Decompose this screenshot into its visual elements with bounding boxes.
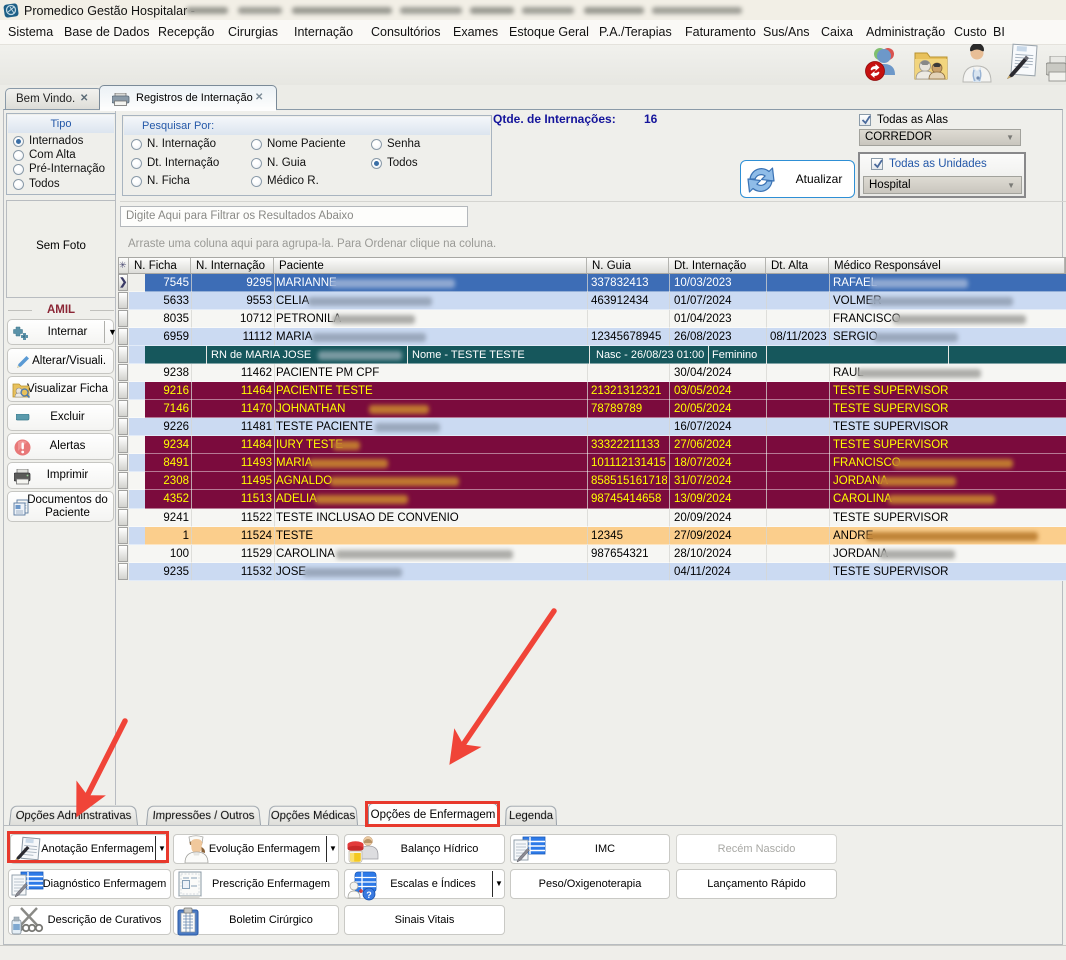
svg-text:?: ? <box>366 890 372 900</box>
